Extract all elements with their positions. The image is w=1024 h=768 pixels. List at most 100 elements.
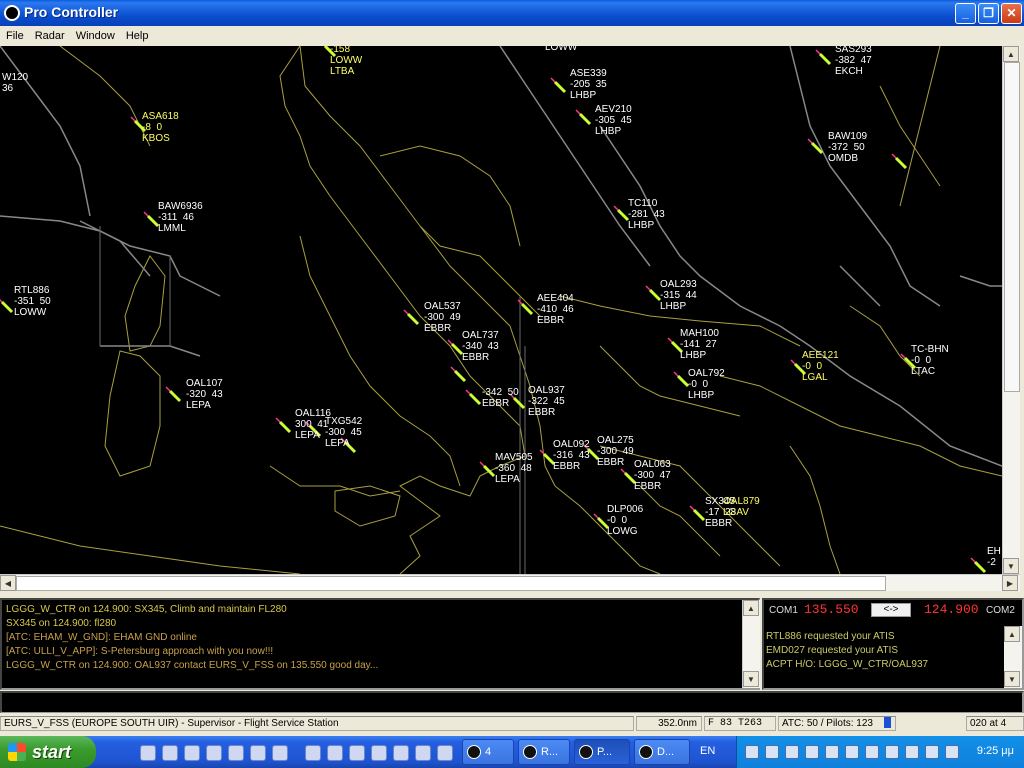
aircraft-symbol[interactable]: [278, 420, 292, 434]
aircraft-tag[interactable]: EH -2: [987, 546, 1001, 568]
aircraft-symbol[interactable]: [676, 374, 690, 388]
aircraft-tag[interactable]: TXG542 -300 45 LEPA: [325, 416, 362, 449]
clock[interactable]: 9:25 μμ: [977, 745, 1014, 757]
aircraft-symbol[interactable]: [168, 389, 182, 403]
com-scrollbar[interactable]: ▲ ▼: [1004, 626, 1022, 688]
swap-frequency-button[interactable]: <->: [871, 603, 911, 617]
aircraft-tag[interactable]: ASE339 -205 35 LHBP: [570, 68, 607, 101]
language-indicator[interactable]: EN: [700, 745, 715, 757]
message-scrollbar[interactable]: ▲ ▼: [742, 600, 760, 688]
aircraft-tag[interactable]: OAL293 -315 44 LHBP: [660, 279, 697, 312]
aircraft-tag[interactable]: OAL879 LGAV: [723, 496, 760, 518]
aircraft-tag[interactable]: AEE121 -0 0 LGAL: [802, 350, 839, 383]
aircraft-tag[interactable]: -342 50 EBBR: [482, 387, 519, 409]
aircraft-tag[interactable]: TC-BHN -0 0 LTAC: [911, 344, 949, 377]
aircraft-symbol[interactable]: [894, 156, 908, 170]
title-bar[interactable]: Pro Controller _ ❐ ✕: [0, 0, 1024, 26]
quicklaunch-app-icon[interactable]: [371, 745, 387, 761]
aircraft-symbol[interactable]: [520, 302, 534, 316]
aircraft-tag[interactable]: MAV505 -360 48 LEPA: [495, 452, 533, 485]
aircraft-symbol[interactable]: [450, 342, 464, 356]
menu-file[interactable]: File: [0, 26, 29, 44]
scroll-down-icon[interactable]: ▼: [1003, 558, 1019, 574]
aircraft-symbol[interactable]: [578, 112, 592, 126]
task-pro-controller[interactable]: P...: [574, 739, 630, 765]
aircraft-symbol[interactable]: [553, 80, 567, 94]
aircraft-symbol[interactable]: [818, 52, 832, 66]
aircraft-tag[interactable]: OAL937 -322 45 EBBR: [528, 385, 565, 418]
tray-app-icon[interactable]: [845, 745, 859, 759]
tray-app-icon[interactable]: [745, 745, 759, 759]
quicklaunch-app-icon[interactable]: [327, 745, 343, 761]
aircraft-tag[interactable]: RTL886 -351 50 LOWW: [14, 285, 51, 318]
aircraft-tag[interactable]: W120 36: [2, 72, 28, 94]
quicklaunch-app-icon[interactable]: [415, 745, 431, 761]
aircraft-tag[interactable]: OAL107 -320 43 LEPA: [186, 378, 223, 411]
aircraft-tag[interactable]: OAL537 -300 49 EBBR: [424, 301, 461, 334]
tray-app-icon[interactable]: [865, 745, 879, 759]
scroll-thumb[interactable]: [1004, 62, 1020, 392]
scroll-down-icon[interactable]: ▼: [1004, 671, 1020, 687]
quicklaunch-app-icon[interactable]: [349, 745, 365, 761]
tray-app-icon[interactable]: [825, 745, 839, 759]
command-input[interactable]: [2, 694, 1022, 712]
scroll-up-icon[interactable]: ▲: [743, 600, 759, 616]
aircraft-symbol[interactable]: [648, 288, 662, 302]
com1-frequency[interactable]: 135.550: [804, 602, 859, 617]
aircraft-symbol[interactable]: [482, 464, 496, 478]
tray-app-icon[interactable]: [765, 745, 779, 759]
menu-help[interactable]: Help: [120, 26, 154, 44]
start-button[interactable]: start: [0, 736, 96, 768]
scroll-thumb[interactable]: [16, 576, 886, 591]
aircraft-tag[interactable]: AEV210 -305 45 LHBP: [595, 104, 632, 137]
tray-app-icon[interactable]: [905, 745, 919, 759]
scroll-right-icon[interactable]: ▶: [1002, 575, 1018, 591]
aircraft-tag[interactable]: SAS293 -382 47 EKCH: [835, 46, 872, 77]
radar-scope[interactable]: -158 LOWW LTBA LOWW SAS293 -382 47 EKCH W120 36 A…: [0, 46, 1002, 574]
aircraft-tag[interactable]: OAL275 -300 49 EBBR: [597, 435, 634, 468]
aircraft-symbol[interactable]: [406, 312, 420, 326]
aircraft-symbol[interactable]: [616, 208, 630, 222]
quicklaunch-app-icon[interactable]: [305, 745, 321, 761]
menu-window[interactable]: Window: [70, 26, 120, 44]
tray-app-icon[interactable]: [885, 745, 899, 759]
menu-radar[interactable]: Radar: [29, 26, 70, 44]
scroll-up-icon[interactable]: ▲: [1004, 626, 1020, 642]
quicklaunch-app-icon[interactable]: [437, 745, 453, 761]
close-button[interactable]: ✕: [1001, 3, 1022, 24]
quicklaunch-app-icon[interactable]: [228, 745, 244, 761]
aircraft-tag[interactable]: AEE404 -410 46 EBBR: [537, 293, 574, 326]
quicklaunch-firefox-icon[interactable]: [184, 745, 200, 761]
aircraft-tag[interactable]: -158 LOWW LTBA: [330, 46, 362, 77]
quicklaunch-media-icon[interactable]: [206, 745, 222, 761]
aircraft-symbol[interactable]: [468, 392, 482, 406]
tray-app-icon[interactable]: [785, 745, 799, 759]
radar-horizontal-scrollbar[interactable]: ◀ ▶: [0, 574, 1020, 591]
scroll-left-icon[interactable]: ◀: [0, 575, 16, 591]
message-panel[interactable]: LGGG_W_CTR on 124.900: SX345, Climb and …: [0, 598, 760, 690]
quicklaunch-app-icon[interactable]: [272, 745, 288, 761]
aircraft-tag[interactable]: DLP006 -0 0 LOWG: [607, 504, 643, 537]
aircraft-tag[interactable]: OAL737 -340 43 EBBR: [462, 330, 499, 363]
quicklaunch-desktop-icon[interactable]: [140, 745, 156, 761]
task-r[interactable]: R...: [518, 739, 570, 765]
quicklaunch-outlook-icon[interactable]: [162, 745, 178, 761]
com2-frequency[interactable]: 124.900: [924, 602, 979, 617]
aircraft-tag[interactable]: TC110 -281 43 LHBP: [628, 198, 665, 231]
aircraft-tag[interactable]: OAL092 -316 43 EBBR: [553, 439, 590, 472]
task-group[interactable]: 4: [462, 739, 514, 765]
minimize-button[interactable]: _: [955, 3, 976, 24]
aircraft-tag[interactable]: BAW109 -372 50 OMDB: [828, 131, 867, 164]
radar-vertical-scrollbar[interactable]: ▲ ▼: [1002, 46, 1020, 574]
tray-app-icon[interactable]: [805, 745, 819, 759]
task-d[interactable]: D...: [634, 739, 690, 765]
aircraft-symbol[interactable]: [0, 300, 14, 314]
aircraft-symbol[interactable]: [146, 214, 160, 228]
aircraft-symbol[interactable]: [973, 560, 987, 574]
tray-app-icon[interactable]: [925, 745, 939, 759]
aircraft-tag[interactable]: OAL063 -300 47 EBBR: [634, 459, 671, 492]
tray-app-icon[interactable]: [945, 745, 959, 759]
aircraft-tag[interactable]: MAH100 -141 27 LHBP: [680, 328, 719, 361]
quicklaunch-app-icon[interactable]: [393, 745, 409, 761]
aircraft-symbol[interactable]: [453, 369, 467, 383]
